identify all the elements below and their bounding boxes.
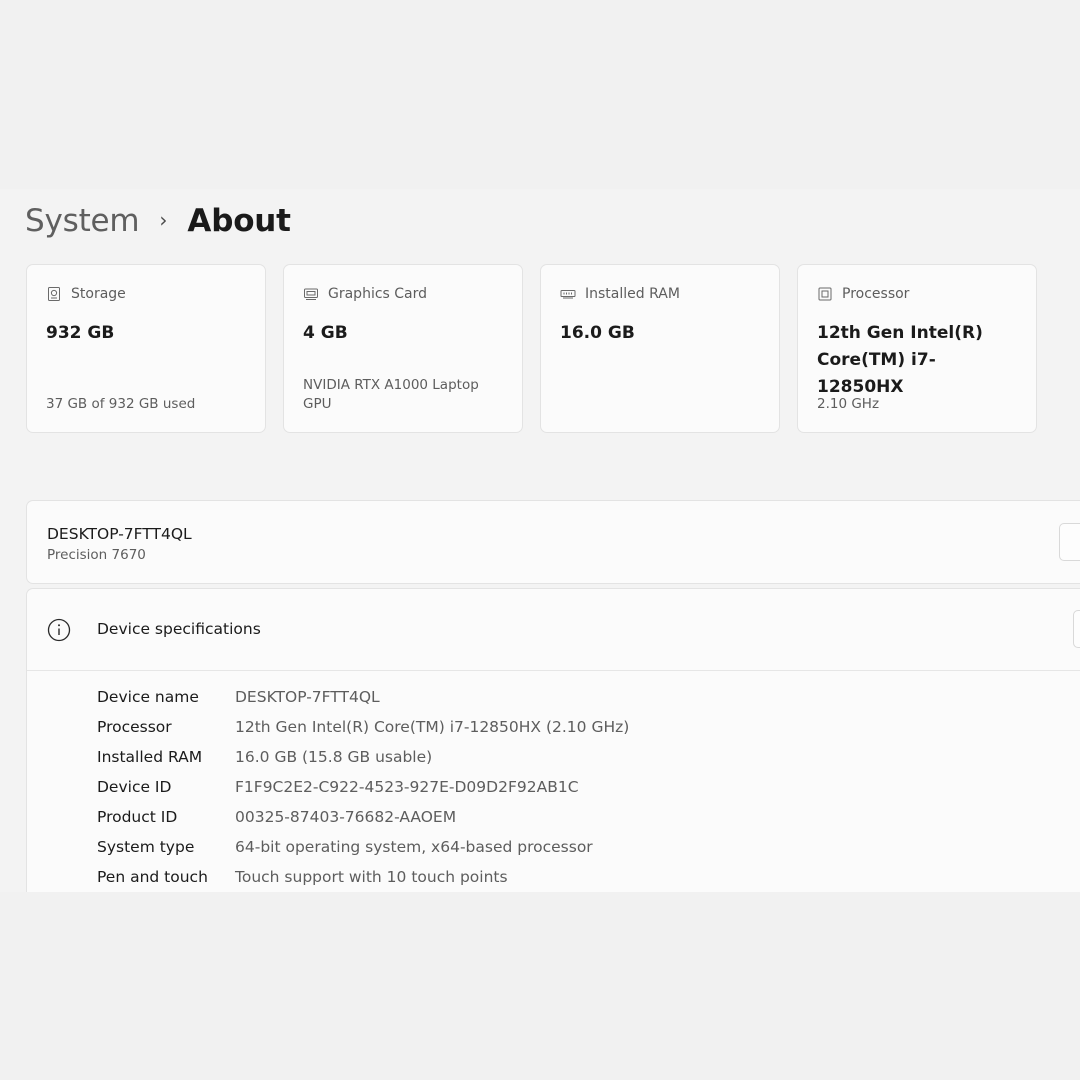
spec-row-pen-and-touch: Pen and touch Touch support with 10 touc… — [97, 862, 629, 892]
spec-label: Processor — [97, 718, 172, 736]
card-title: Processor — [842, 286, 910, 302]
installed-ram-card[interactable]: Installed RAM 16.0 GB — [540, 264, 780, 433]
device-specifications-header[interactable]: Device specifications — [27, 589, 1080, 671]
card-header: Installed RAM — [560, 286, 680, 302]
card-title: Installed RAM — [585, 286, 680, 302]
device-name: DESKTOP-7FTT4QL — [47, 525, 192, 543]
copy-button[interactable] — [1073, 610, 1080, 648]
spec-row-system-type: System type 64-bit operating system, x64… — [97, 832, 629, 862]
card-header: Processor — [817, 286, 909, 302]
card-subtext: 37 GB of 932 GB used — [46, 396, 196, 412]
spec-label: Product ID — [97, 808, 178, 826]
spec-value: 12th Gen Intel(R) Core(TM) i7-12850HX (2… — [235, 718, 630, 736]
card-subtext: NVIDIA RTX A1000 Laptop GPU — [303, 377, 479, 412]
spec-value: 16.0 GB (15.8 GB usable) — [235, 748, 433, 766]
rename-pc-button[interactable] — [1059, 523, 1080, 561]
processor-card[interactable]: Processor 12th Gen Intel(R) Core(TM) i7-… — [797, 264, 1037, 433]
card-value: 12th Gen Intel(R) Core(TM) i7-12850HX — [817, 323, 983, 397]
storage-icon — [48, 287, 60, 301]
spec-label: System type — [97, 838, 195, 856]
card-title: Graphics Card — [328, 286, 428, 302]
spec-label: Installed RAM — [97, 748, 203, 766]
device-model: Precision 7670 — [47, 547, 146, 563]
breadcrumb-system[interactable]: System — [25, 203, 140, 239]
processor-icon — [818, 287, 832, 301]
device-specifications-title: Device specifications — [97, 620, 261, 638]
spec-value: 64-bit operating system, x64-based proce… — [235, 838, 593, 856]
settings-window: System › About Storage 932 GB 37 GB of 9… — [0, 189, 1080, 892]
card-subtext: 2.10 GHz — [817, 396, 880, 412]
spec-label: Device ID — [97, 778, 172, 796]
card-value: 16.0 GB — [560, 323, 635, 343]
card-value: 4 GB — [303, 323, 348, 343]
card-header: Storage — [46, 286, 126, 302]
spec-value: DESKTOP-7FTT4QL — [235, 688, 380, 706]
card-header: Graphics Card — [303, 286, 427, 302]
breadcrumb: System › About — [25, 197, 291, 245]
specs-list: Device name DESKTOP-7FTT4QL Processor 12… — [97, 682, 629, 892]
page-title: About — [187, 203, 291, 239]
spec-label: Pen and touch — [97, 868, 208, 886]
card-value: 932 GB — [46, 323, 115, 343]
info-icon — [47, 618, 71, 642]
device-name-panel: DESKTOP-7FTT4QL Precision 7670 — [26, 500, 1080, 584]
chevron-right-icon: › — [159, 208, 168, 232]
device-specifications-panel: Device specifications Device name DESKTO… — [26, 588, 1080, 892]
graphics-card-icon — [304, 288, 318, 300]
card-title: Storage — [71, 286, 126, 302]
spec-value: F1F9C2E2-C922-4523-927E-D09D2F92AB1C — [235, 778, 579, 796]
spec-row-device-name: Device name DESKTOP-7FTT4QL — [97, 682, 629, 712]
graphics-card-card[interactable]: Graphics Card 4 GB NVIDIA RTX A1000 Lapt… — [283, 264, 523, 433]
storage-card[interactable]: Storage 932 GB 37 GB of 932 GB used — [26, 264, 266, 433]
spec-row-installed-ram: Installed RAM 16.0 GB (15.8 GB usable) — [97, 742, 629, 772]
spec-row-device-id: Device ID F1F9C2E2-C922-4523-927E-D09D2F… — [97, 772, 629, 802]
spec-row-processor: Processor 12th Gen Intel(R) Core(TM) i7-… — [97, 712, 629, 742]
spec-value: 00325-87403-76682-AAOEM — [235, 808, 457, 826]
spec-value: Touch support with 10 touch points — [235, 868, 508, 886]
spec-label: Device name — [97, 688, 199, 706]
ram-icon — [560, 290, 576, 299]
spec-row-product-id: Product ID 00325-87403-76682-AAOEM — [97, 802, 629, 832]
